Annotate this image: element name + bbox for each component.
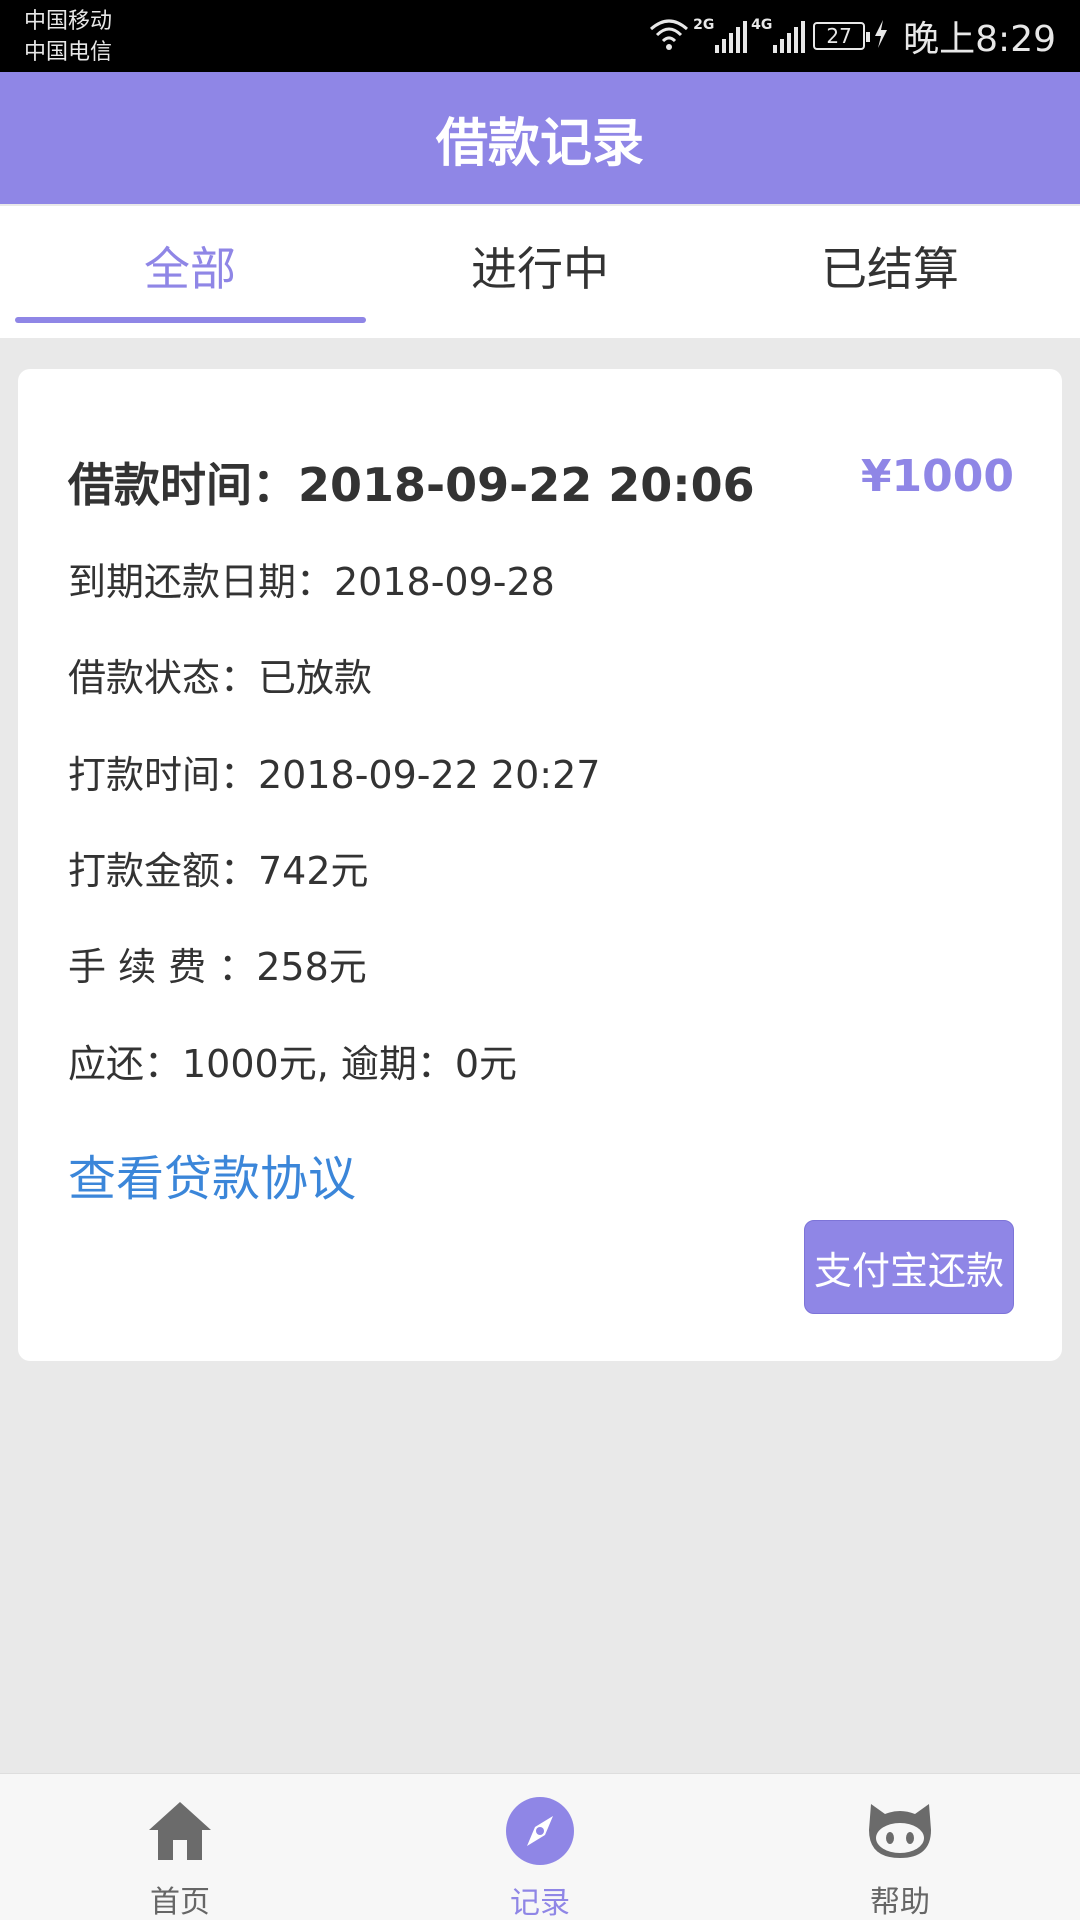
due-date: 到期还款日期：2018-09-28 (68, 560, 555, 604)
app-bar: 借款记录 (0, 72, 1080, 204)
nav-home-label: 首页 (150, 1885, 210, 1920)
carrier-info: 中国移动 中国电信 (24, 6, 112, 68)
charging-icon (873, 20, 889, 52)
service-fee: 手 续 费 ：258元 (68, 945, 367, 989)
repayment-summary: 应还：1000元, 逾期：0元 (68, 1042, 518, 1086)
tab-all[interactable]: 全部 (15, 206, 365, 326)
loan-time: 借款时间：2018-09-22 20:06 (68, 458, 755, 512)
nav-help[interactable]: 帮助 (720, 1774, 1080, 1920)
loan-status: 借款状态：已放款 (68, 656, 373, 700)
clock: 晚上8:29 (903, 19, 1056, 60)
wifi-icon (649, 17, 689, 55)
tab-settled[interactable]: 已结算 (715, 206, 1065, 326)
view-loan-agreement-link[interactable]: 查看贷款协议 (68, 1139, 356, 1209)
system-icons: 2G 4G 27 晚上8:29 (649, 0, 1056, 72)
bottom-navigation: 首页 记录 帮助 (0, 1773, 1080, 1920)
compass-icon (505, 1796, 575, 1866)
carrier-2: 中国电信 (24, 40, 113, 65)
nav-records[interactable]: 记录 (360, 1774, 720, 1920)
loan-record-card: 借款时间：2018-09-22 20:06 ¥1000 到期还款日期：2018-… (18, 369, 1062, 1361)
alipay-repay-button[interactable]: 支付宝还款 (804, 1220, 1014, 1314)
loan-amount: ¥1000 (860, 451, 1014, 502)
payout-amount: 打款金额：742元 (68, 849, 369, 893)
nav-records-label: 记录 (510, 1886, 570, 1920)
active-tab-indicator (15, 317, 366, 323)
nav-help-label: 帮助 (870, 1885, 930, 1920)
page-title: 借款记录 (435, 113, 644, 174)
tab-in-progress[interactable]: 进行中 (365, 206, 715, 326)
payout-time: 打款时间：2018-09-22 20:27 (68, 753, 601, 797)
battery-icon: 27 (813, 22, 871, 50)
status-bar: 中国移动 中国电信 2G 4G 27 晚上8:29 (0, 0, 1080, 72)
home-icon (145, 1796, 215, 1865)
carrier-1: 中国移动 (24, 9, 113, 34)
signal-4g-icon: 4G (751, 17, 806, 53)
tab-bar: 全部 进行中 已结算 (0, 206, 1080, 338)
github-cat-icon (865, 1796, 935, 1865)
signal-2g-icon: 2G (693, 17, 748, 53)
nav-home[interactable]: 首页 (0, 1774, 360, 1920)
